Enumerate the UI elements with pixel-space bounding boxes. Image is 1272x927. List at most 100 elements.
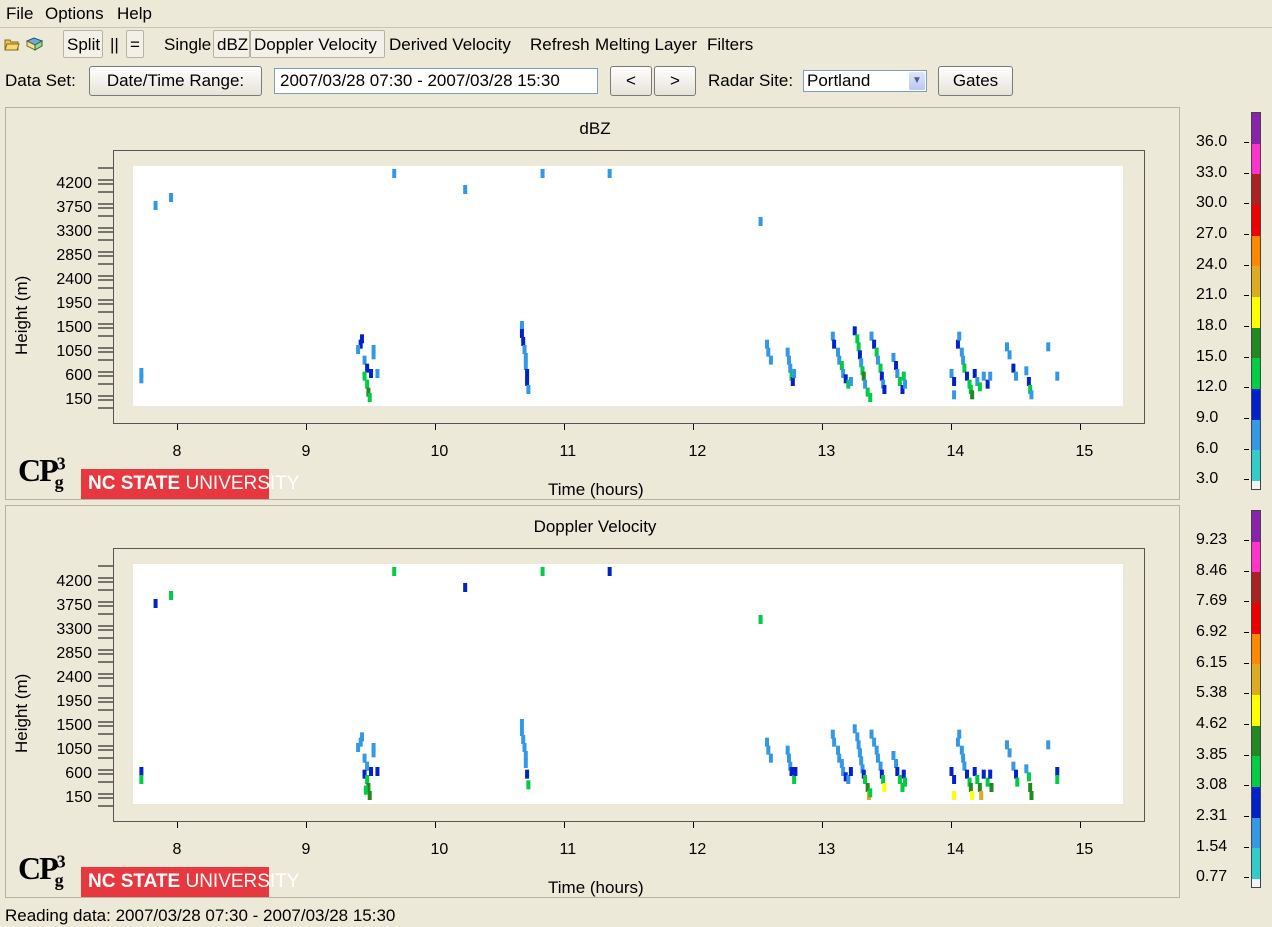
legend-tick-mark (1244, 570, 1249, 572)
radar-cell (977, 783, 982, 792)
y-tick-label: 3750 (56, 597, 92, 614)
radar-cell (792, 775, 797, 784)
radar-cell (1029, 791, 1034, 800)
radar-cell (955, 737, 960, 747)
radar-cell (949, 767, 954, 776)
radar-cell (768, 753, 773, 763)
legend-tick-mark (1244, 877, 1249, 879)
radar-cell (895, 767, 900, 776)
legend-tick-mark (1244, 693, 1249, 695)
legend-tick-label: 9.23 (1196, 531, 1228, 548)
radar-cell (463, 583, 468, 592)
cpg-logo-sub: g (54, 870, 64, 891)
radar-cell (526, 780, 531, 790)
color-scale-swatch (1252, 633, 1260, 665)
radar-cell (901, 769, 906, 779)
radar-cell (846, 775, 851, 784)
color-scale-swatch (1252, 878, 1260, 887)
radar-cell (875, 753, 880, 763)
x-tick-label: 14 (946, 841, 965, 858)
color-scale-swatch (1252, 541, 1260, 573)
radar-cell (1055, 775, 1060, 784)
y-tick-label: 1050 (56, 741, 92, 758)
radar-cell (863, 775, 868, 784)
radar-cell (785, 745, 790, 755)
radar-cell (369, 767, 373, 776)
legend-tick-mark (1244, 816, 1249, 817)
radar-cell (975, 775, 980, 784)
radar-cell (1026, 772, 1031, 782)
nc-state-logo-rest: UNIVERSITY (180, 871, 300, 892)
radar-cell (856, 740, 861, 750)
nc-state-logo: NC STATE UNIVERSITY (81, 867, 300, 897)
radar-cell (139, 775, 144, 784)
radar-cell (765, 737, 770, 747)
radar-cell (957, 729, 962, 739)
radar-cell (852, 724, 857, 734)
radar-cell (359, 732, 364, 742)
radar-cell (855, 732, 860, 742)
legend-tick-label: 6.15 (1196, 653, 1228, 671)
x-tick-label: 11 (559, 841, 577, 858)
color-scale-swatch (1252, 756, 1260, 787)
radar-cell (1024, 764, 1029, 774)
radar-cell (878, 761, 883, 771)
radar-cell (981, 769, 986, 779)
color-scale-swatch (1252, 786, 1260, 818)
radar-cell (1055, 767, 1060, 776)
status-bar: Reading data: 2007/03/28 07:30 - 2007/03… (5, 906, 396, 925)
legend-tick-label: 3.85 (1196, 745, 1228, 763)
radar-cell (139, 767, 144, 776)
radar-cell (857, 748, 862, 758)
radar-cell (523, 751, 528, 760)
cpg-logo: CP3g (18, 850, 66, 891)
legend-tick-label: 7.69 (1196, 592, 1228, 610)
radar-cell (153, 599, 158, 608)
y-tick-label: 600 (65, 765, 92, 782)
radar-cell (519, 719, 524, 728)
radar-cell (830, 729, 835, 739)
radar-cell (882, 783, 887, 792)
radar-cell (375, 767, 380, 776)
radar-cell (874, 745, 879, 755)
radar-cell (839, 759, 844, 768)
radar-cell (169, 591, 174, 600)
radar-cell (988, 769, 993, 779)
y-tick-label: 4200 (56, 573, 92, 590)
legend-tick-mark (1244, 662, 1249, 664)
radar-cell (903, 777, 908, 787)
cpg-logo-text: CP (18, 850, 59, 886)
legend-tick-mark (1244, 540, 1249, 541)
legend-tick-label: 3.08 (1196, 776, 1228, 794)
x-tick-label: 8 (172, 841, 182, 858)
legend-tick-label: 4.62 (1196, 715, 1228, 732)
x-tick-label: 10 (430, 841, 449, 858)
y-tick-label: 2850 (56, 645, 92, 662)
radar-cell (522, 743, 527, 752)
radar-cell (540, 567, 545, 576)
color-scale-swatch (1252, 725, 1260, 757)
radar-cell (1046, 740, 1051, 750)
radar-cell (766, 745, 771, 755)
y-axis-label: Height (m) (12, 673, 31, 753)
radar-cell (961, 753, 966, 763)
radar-cell (881, 775, 886, 784)
legend-tick-label: 6.92 (1196, 623, 1228, 640)
radar-cell (891, 751, 896, 760)
radar-cell (362, 753, 367, 763)
radar-cell (523, 759, 528, 768)
radar-cell (789, 767, 794, 776)
legend-tick-label: 2.31 (1196, 807, 1228, 824)
y-tick-label: 2400 (56, 669, 92, 686)
legend-tick-label: 0.77 (1196, 868, 1228, 886)
y-tick-label: 1500 (56, 717, 92, 734)
radar-cell (964, 769, 969, 779)
radar-cell (952, 791, 957, 800)
nc-state-logo-bold: NC STATE (88, 871, 181, 892)
y-tick-label: 3300 (56, 621, 92, 638)
radar-cell (832, 737, 837, 747)
color-scale-bar (1251, 510, 1261, 888)
legend-tick-label: 5.38 (1196, 684, 1228, 702)
legend-tick-label: 8.46 (1196, 561, 1228, 579)
x-tick-label: 9 (301, 841, 311, 858)
